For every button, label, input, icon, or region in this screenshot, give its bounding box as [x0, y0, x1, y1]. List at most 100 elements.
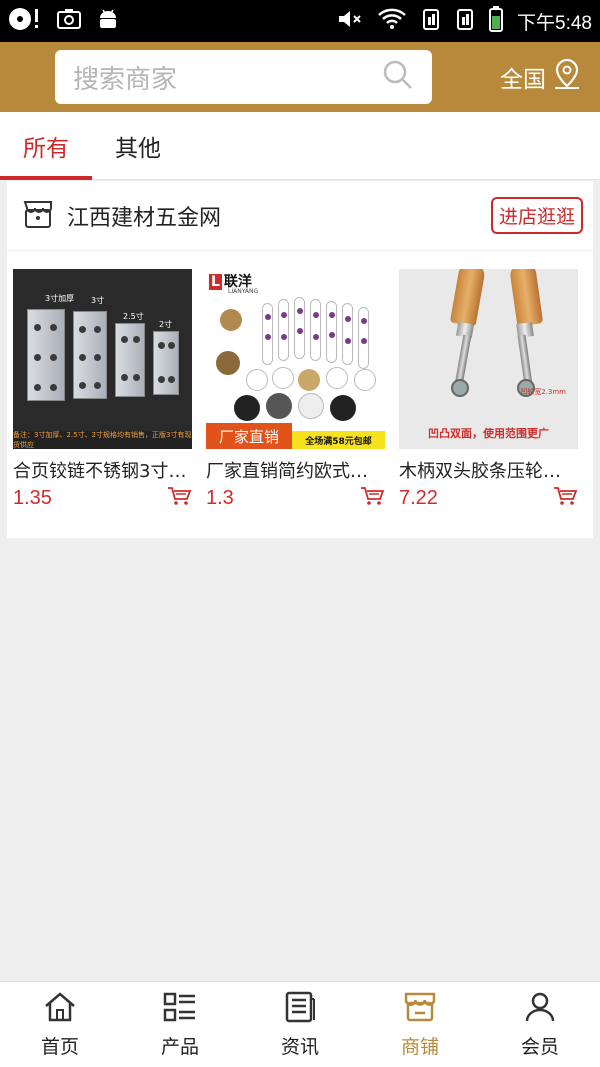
news-icon	[283, 991, 317, 1028]
nav-news[interactable]: 资讯	[240, 982, 360, 1067]
handle-shape	[278, 299, 289, 361]
android-icon	[96, 7, 120, 35]
nav-member[interactable]: 会员	[480, 982, 600, 1067]
nav-shops[interactable]: 商铺	[360, 982, 480, 1067]
product-price-row: 1.3	[206, 485, 385, 511]
knob-shape	[234, 395, 260, 421]
shaft-shape	[517, 334, 533, 386]
knob-shape	[330, 395, 356, 421]
knob-shape	[220, 309, 242, 331]
sim-signal-icon	[421, 7, 441, 35]
hinge-shape	[153, 331, 179, 395]
image-label: 3寸加厚	[45, 294, 75, 303]
status-bar-left	[8, 6, 120, 36]
knob-shape	[326, 367, 348, 389]
handle-shape	[326, 301, 337, 363]
product-price: 1.35	[13, 486, 52, 509]
knob-shape	[216, 351, 240, 375]
nav-label: 商铺	[400, 1035, 439, 1058]
wifi-icon	[377, 8, 407, 34]
image-caption: 凹凸双面，使用范围更广	[428, 427, 549, 440]
product-image-roller-tool[interactable]: 凹轮宽2.3mm 凹凸双面，使用范围更广	[399, 269, 578, 449]
search-icon[interactable]	[382, 59, 414, 95]
handle-shape	[294, 297, 305, 359]
promo-factory-direct: 厂家直销	[206, 423, 292, 449]
knob-shape	[266, 393, 292, 419]
handle-shape	[342, 303, 353, 365]
status-time: 下午5:48	[517, 12, 592, 34]
shaft-shape	[454, 334, 472, 386]
shop-name: 江西建材五金网	[67, 205, 222, 231]
nav-label: 资讯	[280, 1035, 319, 1058]
top-header: 搜索商家 全国	[0, 42, 600, 112]
brand-logo-mark: L	[209, 274, 222, 290]
product-image-hinges[interactable]: 3寸加厚 3寸 2.5寸 2寸 备注：3寸加厚、2.5寸、2寸规格均有销售，正版…	[13, 269, 192, 449]
nav-home[interactable]: 首页	[0, 982, 120, 1067]
knob-shape	[354, 369, 376, 391]
bottom-nav: 首页 产品 资讯 商铺 会员	[0, 981, 600, 1067]
image-label: 3寸	[91, 296, 105, 305]
promo-free-shipping: 全场满58元包邮	[292, 431, 385, 449]
battery-icon	[489, 6, 504, 36]
search-placeholder: 搜索商家	[73, 64, 178, 95]
product-card[interactable]: 凹轮宽2.3mm 凹凸双面，使用范围更广 木柄双头胶条压轮工具 7.22	[399, 269, 578, 511]
list-icon	[163, 991, 197, 1028]
screenshot-icon	[56, 7, 82, 35]
knob-shape	[246, 369, 268, 391]
image-label: 2.5寸	[123, 312, 144, 321]
handle-shape	[310, 299, 321, 361]
home-icon	[43, 991, 77, 1028]
product-price-row: 7.22	[399, 485, 578, 511]
product-name[interactable]: 厂家直销简约欧式陶瓷拉手	[206, 457, 385, 483]
tab-other[interactable]: 其他	[92, 112, 184, 179]
cart-icon[interactable]	[166, 485, 192, 511]
product-name[interactable]: 木柄双头胶条压轮工具	[399, 457, 578, 483]
product-image-knobs[interactable]: L 联洋 LIANYANG 厂家直销 全场满58元包邮	[206, 269, 385, 449]
storefront-icon	[21, 197, 55, 235]
enter-shop-button[interactable]: 进店逛逛	[490, 197, 583, 234]
product-price: 1.3	[206, 486, 234, 509]
tab-all[interactable]: 所有	[0, 112, 92, 180]
knob-shape	[298, 393, 324, 419]
handle-shape	[358, 307, 369, 369]
nav-label: 产品	[160, 1035, 199, 1058]
product-card[interactable]: 3寸加厚 3寸 2.5寸 2寸 备注：3寸加厚、2.5寸、2寸规格均有销售，正版…	[13, 269, 192, 511]
hinge-shape	[73, 311, 107, 399]
image-label: 2寸	[159, 320, 173, 329]
wood-handle-shape	[508, 269, 544, 327]
image-banner: 备注：3寸加厚、2.5寸、2寸规格均有销售，正版3寸有现货供应	[13, 431, 192, 449]
category-tabs: 所有 其他	[0, 112, 600, 180]
search-input[interactable]: 搜索商家	[55, 50, 432, 104]
status-bar: 下午5:48	[0, 0, 600, 42]
cart-icon[interactable]	[552, 485, 578, 511]
knob-shape	[272, 367, 294, 389]
shop-card: 江西建材五金网 进店逛逛 3寸加厚 3寸 2.5寸 2寸 备注：3寸加厚、2.5…	[7, 181, 593, 538]
user-icon	[523, 991, 557, 1028]
hinge-shape	[115, 323, 145, 397]
tab-label: 所有	[23, 135, 69, 162]
music-disc-icon	[8, 6, 42, 36]
product-card[interactable]: L 联洋 LIANYANG 厂家直销 全场满58元包邮 厂家直销简约欧式陶瓷 1…	[206, 269, 385, 511]
region-label: 全国	[500, 67, 546, 93]
wood-handle-shape	[449, 269, 487, 327]
tab-label: 其他	[115, 135, 161, 162]
nav-products[interactable]: 产品	[120, 982, 240, 1067]
shop-header[interactable]: 江西建材五金网 进店逛逛	[7, 181, 593, 251]
nav-label: 会员	[520, 1035, 559, 1058]
mute-icon	[337, 8, 363, 34]
region-selector[interactable]: 全国	[500, 58, 582, 96]
product-name[interactable]: 合页铰链不锈钢3寸4寸5寸加厚折页轴承静音木门平开门通用合页	[13, 457, 192, 483]
brand-subtext: LIANYANG	[228, 288, 259, 295]
hinge-shape	[27, 309, 65, 401]
nav-label: 首页	[40, 1035, 79, 1058]
knob-shape	[298, 369, 320, 391]
sim-signal-2-icon	[455, 7, 475, 35]
cart-icon[interactable]	[359, 485, 385, 511]
shop-icon	[403, 991, 437, 1028]
product-price: 7.22	[399, 486, 438, 509]
product-list: 3寸加厚 3寸 2.5寸 2寸 备注：3寸加厚、2.5寸、2寸规格均有销售，正版…	[7, 251, 593, 511]
product-price-row: 1.35	[13, 485, 192, 511]
wheel-shape	[451, 379, 469, 397]
handle-shape	[262, 303, 273, 365]
location-pin-icon	[552, 58, 582, 96]
